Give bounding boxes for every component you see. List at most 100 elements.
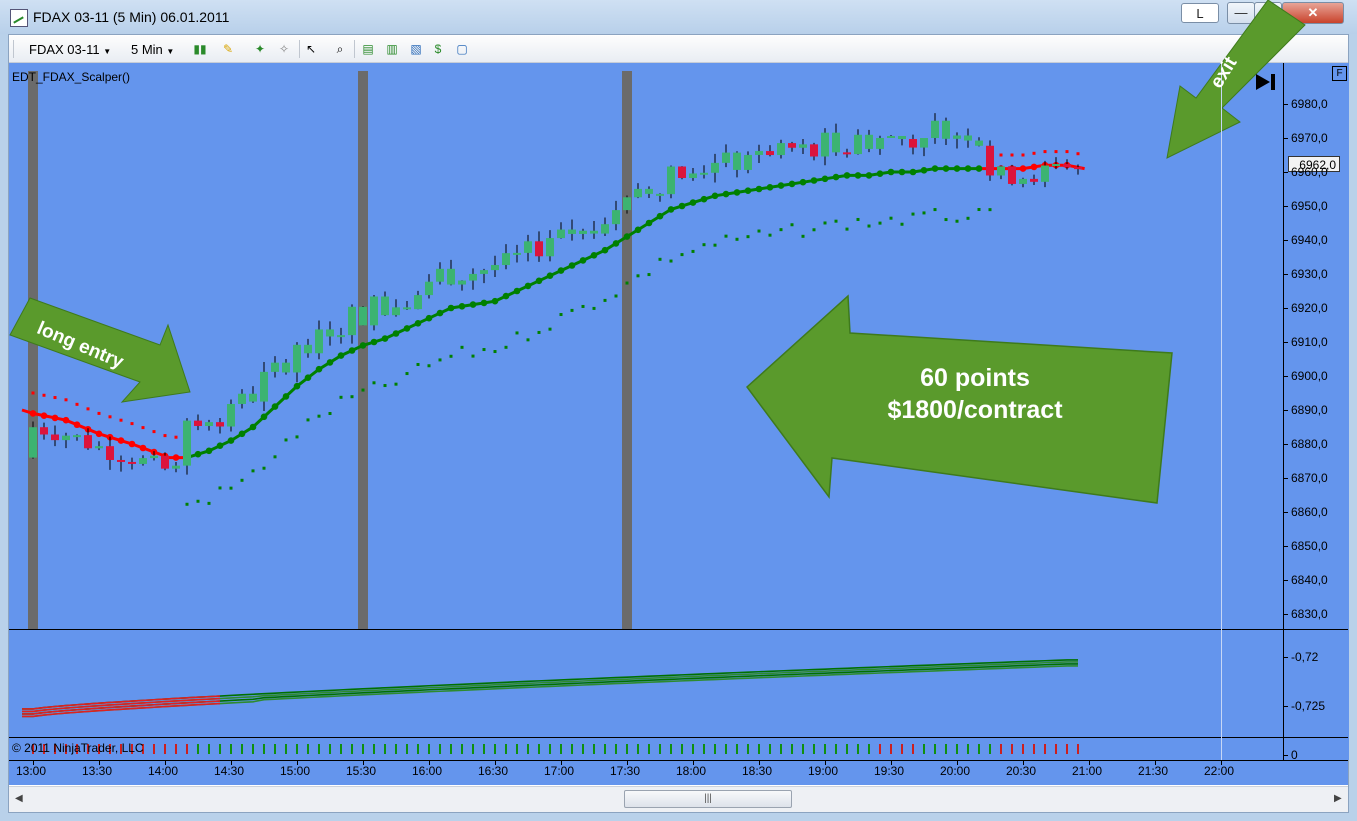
time-axis-label: 15:00 (280, 764, 311, 778)
pin-icon[interactable]: ✦ (253, 42, 267, 56)
axis-tick (1283, 512, 1288, 513)
price-axis-label: 6970,0 (1291, 131, 1328, 145)
chart-properties-icon[interactable]: ▧ (409, 42, 423, 56)
axis-tick (957, 761, 958, 765)
price-axis-label: 6860,0 (1291, 505, 1328, 519)
eraser-icon[interactable]: ✧ (277, 42, 291, 56)
volume-panel[interactable] (9, 738, 1283, 760)
axis-tick (1283, 240, 1288, 241)
price-axis-label: 6940,0 (1291, 233, 1328, 247)
axis-tick (1283, 172, 1288, 173)
chevron-down-icon: ▼ (103, 47, 112, 56)
axis-tick (1283, 274, 1288, 275)
time-axis-label: 14:00 (148, 764, 179, 778)
toolbar-separator (354, 40, 355, 58)
axis-tick (561, 761, 562, 765)
toolbar-grip (13, 40, 14, 58)
time-axis-label: 15:30 (346, 764, 377, 778)
axis-tick (1283, 308, 1288, 309)
crosshair-line (1221, 63, 1222, 760)
price-axis-label: 6830,0 (1291, 607, 1328, 621)
price-axis-label: 6960,0 (1291, 165, 1328, 179)
scroll-right-icon[interactable]: ▶ (1334, 793, 1342, 804)
axis-tick (165, 761, 166, 765)
time-axis-label: 18:30 (742, 764, 773, 778)
candlestick-icon[interactable]: ▮▮ (193, 42, 207, 56)
time-axis-label: 19:30 (874, 764, 905, 778)
axis-tick (1283, 342, 1288, 343)
axis-tick (363, 761, 364, 765)
session-break-bar (358, 71, 368, 629)
time-axis-label: 22:00 (1204, 764, 1235, 778)
axis-tick (1283, 657, 1288, 658)
maximize-button[interactable]: □ (1254, 2, 1282, 24)
price-axis-label: 6840,0 (1291, 573, 1328, 587)
axis-tick (495, 761, 496, 765)
time-axis-label: 21:00 (1072, 764, 1103, 778)
axis-tick (33, 761, 34, 765)
scroll-left-icon[interactable]: ◀ (15, 793, 23, 804)
indicator-name: EDT_FDAX_Scalper() (12, 70, 131, 84)
time-axis-label: 21:30 (1138, 764, 1169, 778)
panel-divider[interactable] (9, 737, 1348, 738)
points-annotation: 60 points (920, 364, 1030, 392)
price-panel[interactable] (9, 63, 1283, 629)
panel-flag[interactable]: F (1332, 66, 1347, 81)
indicator-panel[interactable] (9, 630, 1283, 737)
axis-tick (1221, 761, 1222, 765)
pointer-icon[interactable]: ↖ (304, 42, 318, 56)
axis-tick (1155, 761, 1156, 765)
session-break-bar (28, 71, 38, 629)
minimize-button[interactable]: — (1227, 2, 1255, 24)
time-axis-label: 17:00 (544, 764, 575, 778)
axis-tick (759, 761, 760, 765)
time-axis-label: 13:00 (16, 764, 47, 778)
scroll-to-end-icon[interactable] (1254, 72, 1278, 92)
copyright-text: © 2011 NinjaTrader, LLC (12, 741, 144, 755)
time-axis-label: 16:30 (478, 764, 509, 778)
indicator-axis-label: -0,72 (1291, 650, 1319, 664)
axis-tick (429, 761, 430, 765)
link-button[interactable]: L (1181, 3, 1219, 23)
bars-icon[interactable]: ▤ (361, 42, 375, 56)
price-axis-label: 6910,0 (1291, 335, 1328, 349)
price-axis-label: 6880,0 (1291, 437, 1328, 451)
time-axis-label: 16:00 (412, 764, 443, 778)
interval-selector[interactable]: 5 Min ▼ (131, 42, 174, 57)
chart-toolbar: FDAX 03-11 ▼ 5 Min ▼ ▮▮ ✎ ✦ ✧ ↖ ⌕ ▤ ▥ ▧ … (9, 36, 1348, 63)
axis-tick (1283, 478, 1288, 479)
close-button[interactable]: ✕ (1282, 2, 1344, 24)
panel-divider[interactable] (9, 629, 1348, 630)
time-axis-label: 19:00 (808, 764, 839, 778)
axis-tick (891, 761, 892, 765)
horizontal-scrollbar[interactable]: ◀ ||| ▶ (9, 786, 1348, 812)
scrollbar-thumb[interactable]: ||| (624, 790, 792, 808)
price-axis-label: 6920,0 (1291, 301, 1328, 315)
zoom-icon[interactable]: ⌕ (333, 42, 347, 56)
chevron-down-icon: ▼ (166, 47, 175, 56)
strategy-icon[interactable]: ▥ (385, 42, 399, 56)
price-axis-label: 6980,0 (1291, 97, 1328, 111)
axis-tick (1283, 546, 1288, 547)
interval-label: 5 Min (131, 42, 163, 57)
indicator-axis-label: -0,725 (1291, 699, 1326, 713)
dollar-icon[interactable]: $ (431, 42, 445, 56)
instrument-selector[interactable]: FDAX 03-11 ▼ (29, 42, 111, 57)
pencil-icon[interactable]: ✎ (221, 42, 235, 56)
profit-annotation: $1800/contract (887, 396, 1063, 424)
axis-tick (1283, 614, 1288, 615)
time-axis-label: 18:00 (676, 764, 707, 778)
axis-tick (1283, 706, 1288, 707)
price-axis-label: 6890,0 (1291, 403, 1328, 417)
axis-tick (99, 761, 100, 765)
axis-tick (1283, 580, 1288, 581)
axis-tick (1283, 138, 1288, 139)
window-icon[interactable]: ▢ (455, 42, 469, 56)
axis-tick (1023, 761, 1024, 765)
axis-tick (1283, 410, 1288, 411)
price-axis-label: 6850,0 (1291, 539, 1328, 553)
time-axis-label: 14:30 (214, 764, 245, 778)
price-axis-label: 6930,0 (1291, 267, 1328, 281)
time-axis-label: 13:30 (82, 764, 113, 778)
time-axis-label: 20:30 (1006, 764, 1037, 778)
